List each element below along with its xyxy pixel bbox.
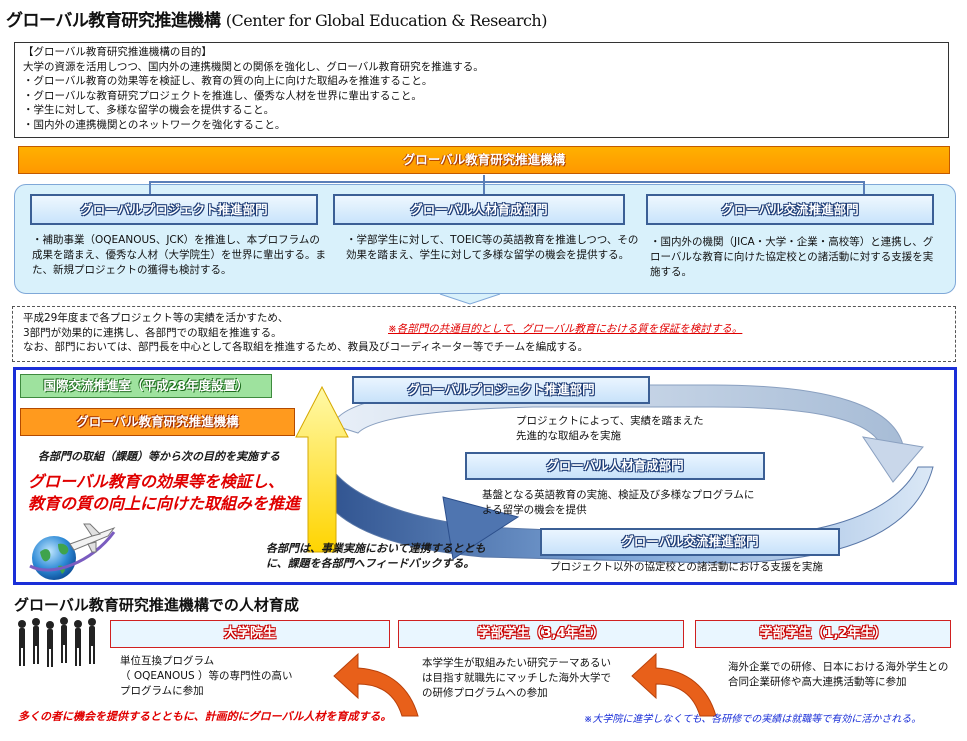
cycle-dept-project: グローバルプロジェクト推進部門	[352, 376, 650, 404]
dept-text-project: ・補助事業（OQEANOUS、JCK）を推進し、本プロフラムの成果を踏まえ、優秀…	[32, 234, 326, 276]
coordination-line: なお、部門においては、部門長を中心として各取組を推進するため、教員及びコーディネ…	[23, 341, 589, 353]
coordination-note: ※各部門の共通目的として、グローバル教育における質を保証を検討する。	[388, 323, 743, 335]
dept-header-project: グローバルプロジェクト推進部門	[30, 194, 318, 225]
hr-group-graduate: 大学院生	[110, 620, 390, 648]
feedback-line1: 各部門は、事業実施において連携するととも	[266, 542, 486, 555]
international-office-box: 国際交流推進室（平成28年度設置）	[20, 374, 272, 398]
cycle-dept-exchange: グローバル交流推進部門	[540, 528, 840, 556]
progress-arrow-icon	[631, 652, 717, 717]
dept-header-exchange: グローバル交流推進部門	[646, 194, 934, 225]
next-goal-text: 各部門の取組（課題）等から次の目的を実施する	[38, 450, 280, 463]
hr-footer-left: 多くの者に機会を提供するとともに、計画的にグローバル人材を育成する。	[18, 710, 392, 723]
hr-footer-right: ※大学院に進学しなくても、各研修での実績は就職等で有効に活かされる。	[584, 714, 922, 725]
cycle-dept-project-desc: プロジェクトによって、実績を踏まえた 先進的な取組みを実施	[516, 415, 704, 442]
hr-group-lower-desc: 海外企業での研修、日本における海外学生との合同企業研修や高大連携活動等に参加	[728, 661, 949, 688]
dept-text-talent: ・学部学生に対して、TOEIC等の英語教育を推進しつつ、その効果を踏まえ、学生に…	[346, 234, 639, 261]
hr-group-lower: 学部学生（1,2年生）	[695, 620, 951, 648]
cycle-dept-exchange-desc: プロジェクト以外の協定校との諸活動における支援を実施	[550, 561, 823, 573]
people-silhouettes-icon	[18, 617, 96, 667]
hr-group-upper-desc: 本学学生が取組みたい研究テーマあるいは目指す就職先にマッチした海外大学での研修プ…	[422, 657, 611, 699]
cycle-org-box: グローバル教育研究推進機構	[20, 408, 295, 436]
cycle-dept-talent: グローバル人材育成部門	[465, 452, 765, 480]
feedback-line2: に、課題を各部門へフィードバックする。	[266, 557, 475, 570]
globe-airplane-icon	[29, 523, 116, 580]
cycle-dept-talent-desc: 基盤となる英語教育の実施、検証及び多様なプログラムによる留学の機会を提供	[482, 489, 755, 516]
dept-text-exchange: ・国内外の機関（JICA・大学・企業・高校等）と連携し、グローバルな教育に向けた…	[650, 236, 934, 278]
hr-group-graduate-desc: 単位互換プログラム （ OQEANOUS ）等の専門性の高い プログラムに参加	[120, 655, 293, 697]
main-goal-line1: グローバル教育の効果等を検証し、	[28, 472, 284, 491]
hr-title: グローバル教育研究推進機構での人材育成	[14, 596, 299, 614]
hr-group-upper: 学部学生（3,4年生）	[398, 620, 684, 648]
main-goal-line2: 教育の質の向上に向けた取組みを推進	[28, 494, 301, 513]
dept-header-talent: グローバル人材育成部門	[333, 194, 625, 225]
